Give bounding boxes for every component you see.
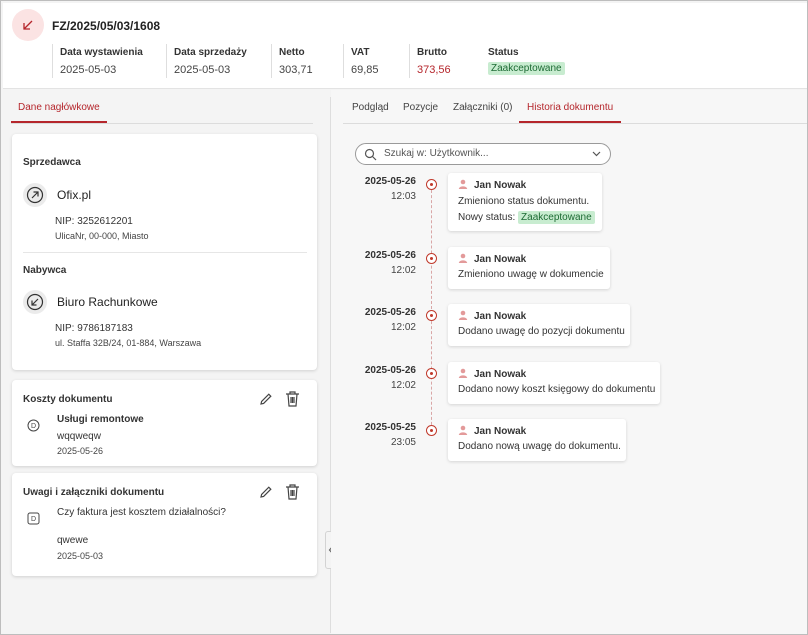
history-entry: Jan Nowak Zmieniono uwagę w dokumencie [448,247,610,289]
cost-item-name: Usługi remontowe [57,414,144,425]
divider [23,252,307,253]
buyer-title: Nabywca [23,265,67,276]
arrow-down-left-icon [12,9,44,41]
history-text: Dodano nowy koszt księgowy do dokumentu [458,384,656,395]
tab-preview[interactable]: Podgląd [352,97,389,123]
history-entry: Jan Nowak Dodano uwagę do pozycji dokume… [448,304,630,346]
note-question: Czy faktura jest kosztem działalności? [57,507,226,518]
timeline-dot [426,179,437,190]
seller-title: Sprzedawca [23,157,81,168]
history-time: 23:05 [390,437,416,448]
history-user: Jan Nowak [474,369,527,380]
chevron-down-icon[interactable] [592,151,601,157]
history-entry: Jan Nowak Dodano nową uwagę do dokumentu… [448,419,626,461]
meta-netto: Netto 303,71 [271,44,313,78]
history-date: 2025-05-26 [364,176,416,187]
history-panel: Podgląd Pozycje Załączniki (0) Historia … [331,90,807,634]
history-time: 12:02 [390,380,416,391]
d-square-icon: D [27,512,40,528]
tab-attachments[interactable]: Załączniki (0) [453,97,512,123]
right-tab-bar: Podgląd Pozycje Załączniki (0) Historia … [343,97,807,124]
app-frame: FZ/2025/05/03/1608 Data wystawienia 2025… [0,0,808,635]
tab-header-data[interactable]: Dane nagłówkowe [11,97,107,123]
buyer-nip: NIP: 9786187183 [55,323,133,334]
history-time: 12:02 [390,265,416,276]
document-header: FZ/2025/05/03/1608 Data wystawienia 2025… [3,3,807,89]
d-circle-icon: D [27,419,40,435]
status-badge: Zaakceptowane [488,62,565,75]
user-icon [458,179,468,192]
tab-document-history[interactable]: Historia dokumentu [519,97,622,123]
parties-card: Sprzedawca Ofix.pl NIP: 3252612201 Ulica… [12,134,317,370]
search-icon [364,148,377,161]
timeline-dot [426,368,437,379]
history-text: Zmieniono uwagę w dokumencie [458,269,604,280]
cost-item-date: 2025-05-26 [57,446,104,456]
seller-nip: NIP: 3252612201 [55,216,133,227]
history-date: 2025-05-26 [364,307,416,318]
status-badge: Zaakceptowane [518,211,595,224]
history-text: Dodano uwagę do pozycji dokumentu [458,326,625,337]
document-number: FZ/2025/05/03/1608 [52,19,161,33]
svg-text:D: D [31,423,36,430]
history-date: 2025-05-26 [364,250,416,261]
search-field[interactable] [355,143,611,165]
user-icon [458,253,468,266]
history-entry: Jan Nowak Zmieniono status dokumentu. No… [448,173,602,231]
timeline-dot [426,425,437,436]
timeline-dot [426,253,437,264]
svg-text:D: D [31,516,36,523]
cost-item-desc: wqqweqw [57,431,101,442]
edit-icon[interactable] [258,391,276,409]
arrow-down-left-circle-icon [23,290,47,314]
status-prefix: Nowy status: [458,212,516,223]
timeline-dot [426,310,437,321]
seller-address: UlicaNr, 00-000, Miasto [55,231,149,241]
notes-card: Uwagi i załączniki dokumentu D Czy faktu… [12,473,317,576]
history-user: Jan Nowak [474,254,527,265]
trash-icon[interactable] [284,390,302,408]
history-user: Jan Nowak [474,180,527,191]
meta-vat: VAT 69,85 [343,44,379,78]
costs-card: Koszty dokumentu D Usługi remontowe wqqw… [12,380,317,466]
note-answer: qwewe [57,535,89,546]
history-entry: Jan Nowak Dodano nowy koszt księgowy do … [448,362,660,404]
edit-icon[interactable] [258,484,276,502]
buyer-address: ul. Staffa 32B/24, 01-884, Warszawa [55,338,202,348]
trash-icon[interactable] [284,483,302,501]
notes-title: Uwagi i załączniki dokumentu [23,487,165,498]
history-date: 2025-05-26 [364,365,416,376]
user-icon [458,425,468,438]
search-input[interactable] [384,148,584,159]
history-user: Jan Nowak [474,426,527,437]
history-date: 2025-05-25 [364,422,416,433]
costs-title: Koszty dokumentu [23,394,113,405]
left-tab-bar: Dane nagłówkowe [11,97,313,124]
buyer-name: Biuro Rachunkowe [57,295,158,309]
tab-positions[interactable]: Pozycje [403,97,438,123]
seller-name: Ofix.pl [57,188,92,202]
meta-issue-date: Data wystawienia 2025-05-03 [52,44,143,78]
meta-sale-date: Data sprzedaży 2025-05-03 [166,44,247,78]
history-time: 12:02 [390,322,416,333]
history-text: Zmieniono status dokumentu. [458,196,590,207]
history-text: Dodano nową uwagę do dokumentu. [458,441,621,452]
history-user: Jan Nowak [474,311,527,322]
meta-brutto: Brutto 373,56 [409,44,451,78]
meta-status: Status Zaakceptowane [481,44,565,78]
user-icon [458,310,468,323]
history-time: 12:03 [390,191,416,202]
user-icon [458,368,468,381]
arrow-up-right-circle-icon [23,183,47,207]
note-date: 2025-05-03 [57,551,104,561]
